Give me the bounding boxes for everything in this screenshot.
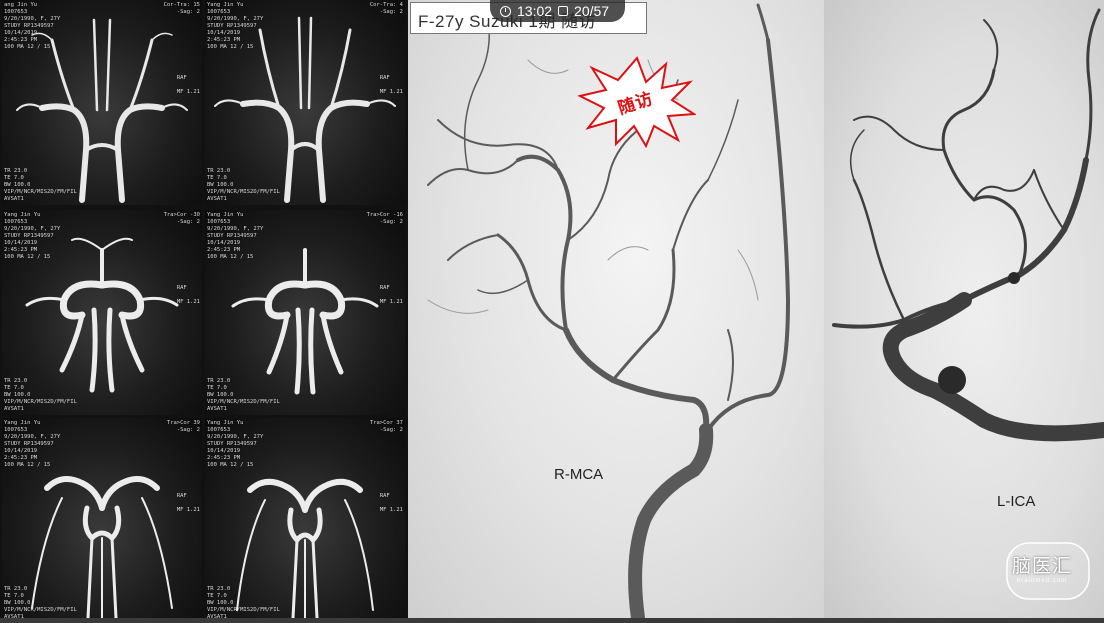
mra-meta-tl: Yang Jin Yu 1007653 9/20/1990, F, 27Y ST…: [4, 212, 61, 260]
slide-counter: 20/57: [574, 3, 610, 19]
label-r-mca: R-MCA: [554, 466, 604, 483]
bottom-strip: [0, 618, 1104, 623]
clock-icon: [500, 5, 511, 17]
logo-subtext: brainmed.com: [1017, 578, 1068, 584]
mra-meta-bl: TR 23.0 TE 7.0 BW 100.0 VIP/M/NCR/MIS2D/…: [207, 168, 280, 202]
elapsed-time: 13:02: [517, 3, 553, 19]
mra-meta-bl: TR 23.0 TE 7.0 BW 100.0 VIP/M/NCR/MIS2D/…: [4, 168, 77, 202]
mra-meta-tl: ang Jin Yu 1007653 9/20/1990, F, 27Y STU…: [4, 2, 61, 50]
mra-meta-bl: TR 23.0 TE 7.0 BW 100.0 VIP/M/NCR/MIS2D/…: [207, 586, 280, 620]
mra-film-grid: ang Jin Yu 1007653 9/20/1990, F, 27Y STU…: [0, 0, 408, 623]
mra-meta-tr: Tra>Cor -16 -Sag: 2: [366, 212, 403, 225]
mra-meta-tl: Yang Jin Yu 1007653 9/20/1990, F, 27Y ST…: [207, 420, 264, 468]
mra-meta-tl: Yang Jin Yu 1007653 9/20/1990, F, 27Y ST…: [207, 212, 264, 260]
video-timer-bar[interactable]: 13:02 20/57: [490, 0, 626, 22]
mra-meta-bl: TR 23.0 TE 7.0 BW 100.0 VIP/M/NCR/MIS2D/…: [207, 378, 280, 412]
mra-cell-2: Yang Jin Yu 1007653 9/20/1990, F, 27Y ST…: [205, 0, 405, 205]
logo-text: 脑医汇: [1012, 556, 1073, 577]
mra-meta-mid: RAF MF 1.21: [176, 75, 200, 95]
mra-cell-4: Yang Jin Yu 1007653 9/20/1990, F, 27Y ST…: [205, 210, 405, 415]
mra-cell-6: Yang Jin Yu 1007653 9/20/1990, F, 27Y ST…: [205, 418, 405, 623]
mra-meta-mid: RAF MF 1.21: [176, 493, 200, 513]
mra-meta-mid: RAF MF 1.21: [379, 75, 403, 95]
mra-meta-mid: RAF MF 1.21: [379, 493, 403, 513]
mra-cell-3: Yang Jin Yu 1007653 9/20/1990, F, 27Y ST…: [2, 210, 202, 415]
mra-meta-tl: Yang Jin Yu 1007653 9/20/1990, F, 27Y ST…: [4, 420, 61, 468]
dsa-vessel-tree: [832, 8, 1104, 442]
mra-meta-mid: RAF MF 1.21: [176, 285, 200, 305]
slides-icon: [558, 6, 569, 16]
label-l-ica: L-ICA: [997, 493, 1036, 510]
mra-meta-tr: Tra>Cor 37 -Sag: 2: [369, 420, 403, 433]
mra-cell-5: Yang Jin Yu 1007653 9/20/1990, F, 27Y ST…: [2, 418, 202, 623]
mra-meta-tr: Cor-Tra: 4 -Sag: 2: [369, 2, 403, 15]
dsa-image-left-ica: [824, 0, 1104, 618]
mra-meta-bl: TR 23.0 TE 7.0 BW 100.0 VIP/M/NCR/MIS2D/…: [4, 586, 77, 620]
mra-meta-tr: Cor-Tra: 15 -Sag: 2: [163, 2, 200, 15]
mra-meta-tl: Yang Jin Yu 1007653 9/20/1990, F, 27Y ST…: [207, 2, 264, 50]
mra-cell-1: ang Jin Yu 1007653 9/20/1990, F, 27Y STU…: [2, 0, 202, 205]
mra-meta-bl: TR 23.0 TE 7.0 BW 100.0 VIP/M/NCR/MIS2D/…: [4, 378, 77, 412]
mra-meta-mid: RAF MF 1.21: [379, 285, 403, 305]
mra-meta-tr: Tra>Cor -30 -Sag: 2: [163, 212, 200, 225]
mra-meta-tr: Tra>Cor 39 -Sag: 2: [166, 420, 200, 433]
